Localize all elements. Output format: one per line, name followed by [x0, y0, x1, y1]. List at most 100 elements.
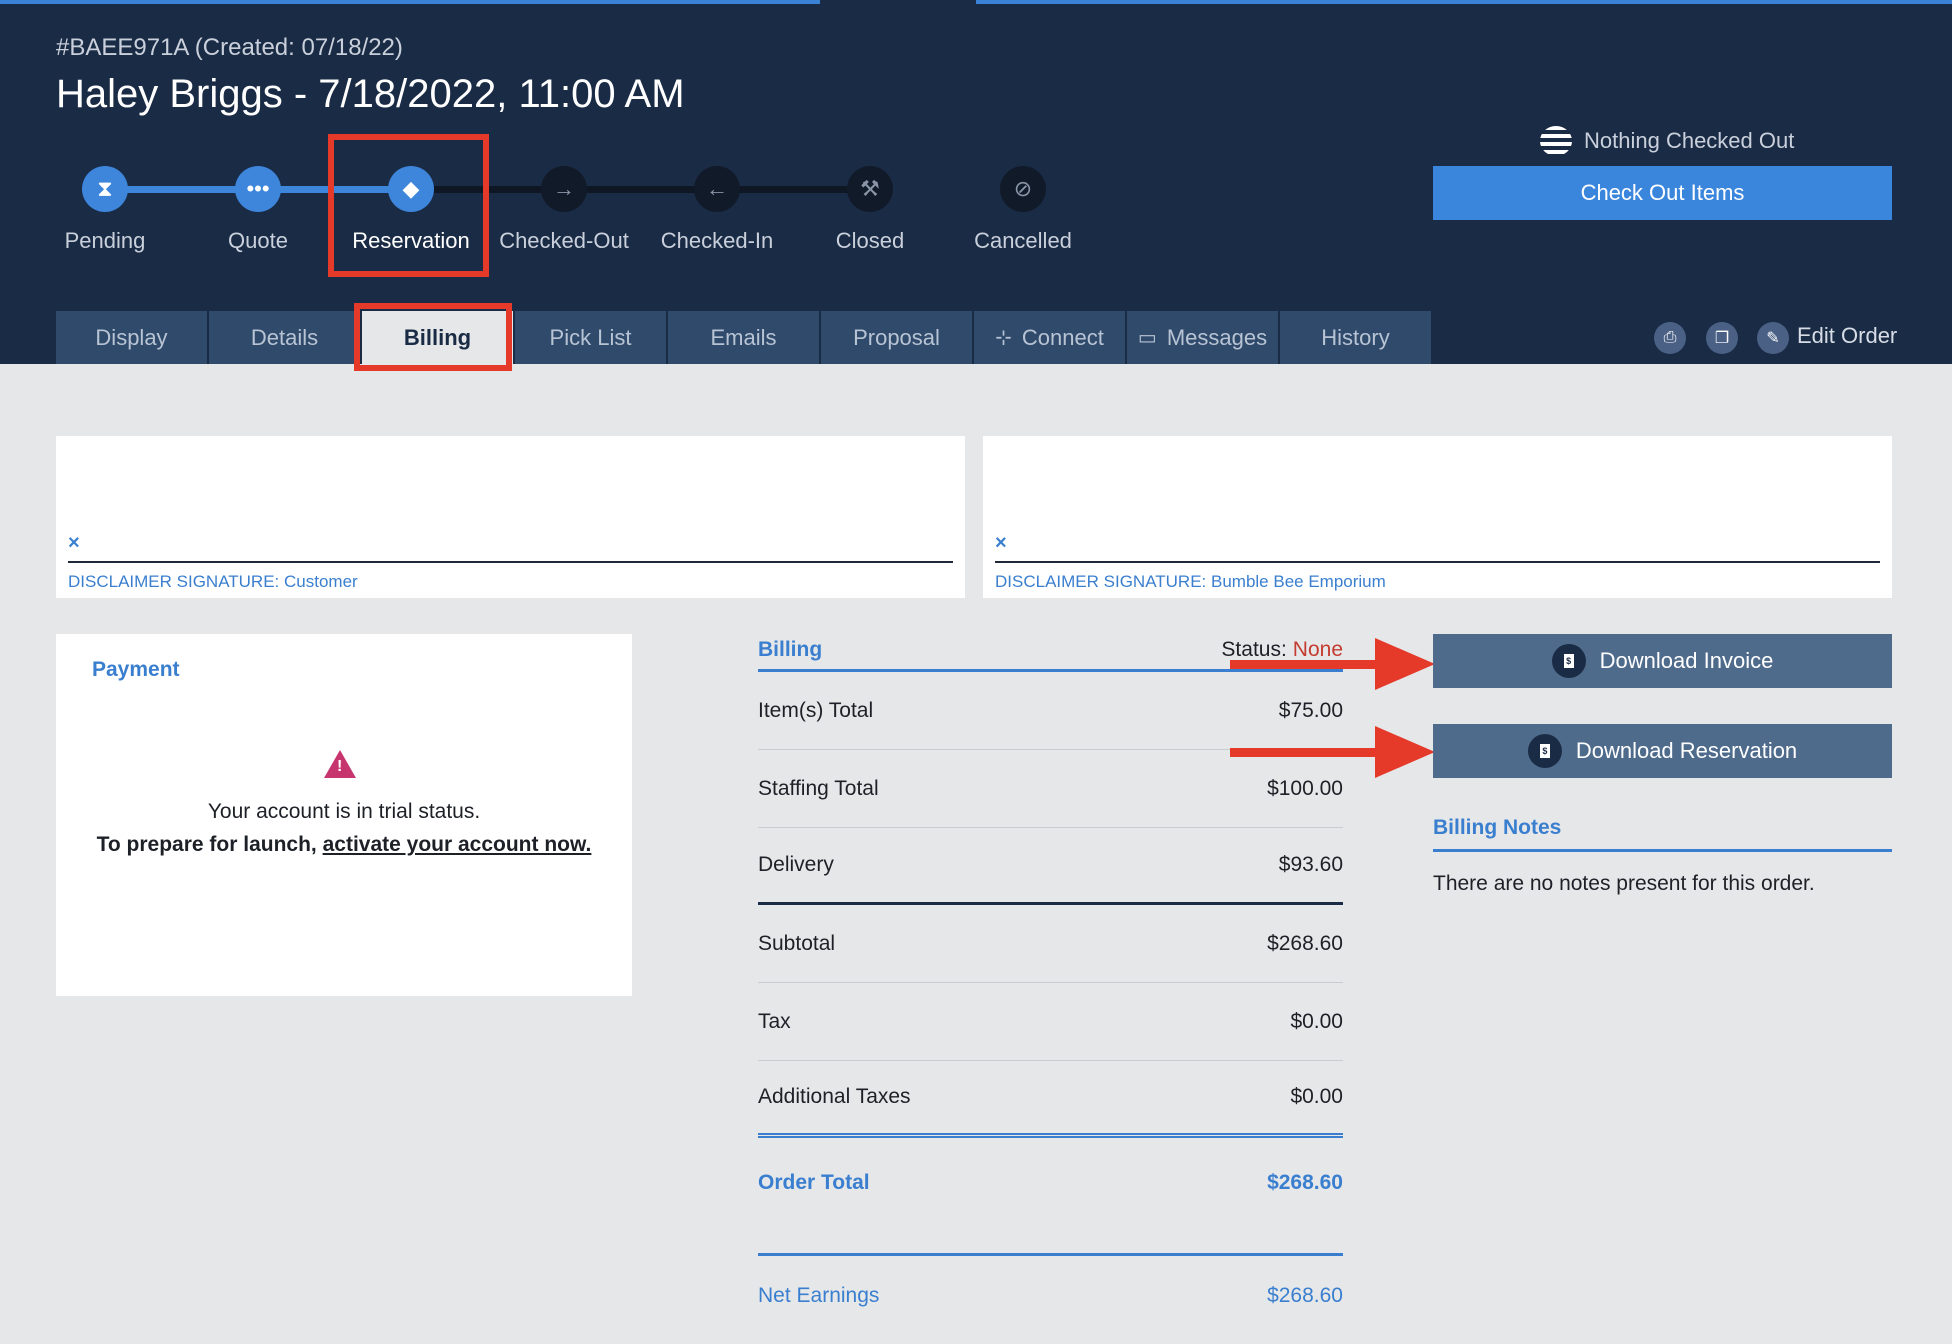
payment-panel: Payment ! Your account is in trial statu…	[56, 634, 632, 996]
gavel-icon: ⚒	[847, 166, 893, 212]
activate-account-link[interactable]: activate your account now.	[323, 833, 592, 856]
tab-history[interactable]: History	[1280, 311, 1431, 364]
billing-notes-title: Billing Notes	[1433, 816, 1892, 852]
launch-text: To prepare for launch, activate your acc…	[56, 833, 632, 857]
tab-connect[interactable]: ⊹ Connect	[974, 311, 1125, 364]
print-icon[interactable]: ⎙	[1654, 322, 1686, 354]
stack-icon	[1540, 126, 1572, 156]
trial-status-text: Your account is in trial status.	[207, 800, 481, 823]
net-value: $268.60	[1267, 1284, 1343, 1307]
signature-box-business[interactable]: × DISCLAIMER SIGNATURE: Bumble Bee Empor…	[983, 436, 1892, 598]
step-closed[interactable]: ⚒ Closed	[790, 166, 950, 254]
step-pending[interactable]: ⧗ Pending	[25, 166, 185, 254]
invoice-icon: $	[1551, 644, 1586, 678]
row-label: Subtotal	[758, 931, 836, 955]
top-accent-line	[0, 0, 820, 4]
row-value: $0.00	[1290, 1009, 1343, 1033]
row-label: Tax	[758, 1009, 791, 1033]
tab-emails[interactable]: Emails	[668, 311, 819, 364]
step-cancelled[interactable]: ⊘ Cancelled	[943, 166, 1103, 254]
checked-status-text: Nothing Checked Out	[1584, 128, 1795, 153]
step-checked-out[interactable]: → Checked-Out	[484, 166, 644, 254]
tab-label: Emails	[710, 324, 777, 350]
tab-details[interactable]: Details	[209, 311, 360, 364]
red-arrow-reservation	[1230, 726, 1435, 778]
step-label: Quote	[228, 228, 288, 253]
signature-label: DISCLAIMER SIGNATURE: Customer	[68, 572, 358, 591]
billing-title: Billing	[758, 638, 823, 661]
row-value: $0.00	[1290, 1084, 1343, 1108]
warning-mark: !	[337, 758, 343, 775]
tab-display[interactable]: Display	[56, 311, 207, 364]
net-divider	[758, 1253, 1343, 1256]
highlight-box-billing	[354, 303, 512, 371]
top-accent-line	[976, 0, 1952, 4]
billing-row-net-earnings: Net Earnings $268.60	[758, 1257, 1343, 1335]
row-label: Delivery	[758, 852, 834, 876]
download-invoice-label: Download Invoice	[1599, 648, 1774, 673]
signature-box-customer[interactable]: × DISCLAIMER SIGNATURE: Customer	[56, 436, 965, 598]
tab-messages[interactable]: ▭ Messages	[1127, 311, 1278, 364]
row-value: $268.60	[1267, 931, 1343, 955]
row-label: Additional Taxes	[758, 1084, 911, 1108]
net-label: Net Earnings	[758, 1284, 880, 1307]
tab-label: History	[1321, 324, 1390, 350]
order-total-value: $268.60	[1267, 1171, 1343, 1194]
tab-label: Proposal	[853, 324, 940, 350]
launch-prefix: To prepare for launch,	[96, 833, 323, 856]
row-value: $93.60	[1278, 852, 1343, 876]
red-arrow-invoice	[1230, 638, 1435, 690]
hourglass-icon: ⧗	[82, 166, 128, 212]
step-label: Checked-Out	[499, 228, 629, 253]
tab-label: Details	[250, 324, 319, 350]
download-reservation-label: Download Reservation	[1575, 738, 1798, 763]
order-total-label: Order Total	[758, 1171, 870, 1194]
signature-x: ×	[68, 532, 80, 554]
billing-row-subtotal: Subtotal $268.60	[758, 905, 1343, 983]
step-label: Pending	[64, 228, 146, 253]
payment-title: Payment	[92, 658, 180, 681]
order-header: #BAEE971A (Created: 07/18/22) Haley Brig…	[0, 0, 1952, 371]
pencil-icon[interactable]: ✎	[1757, 322, 1789, 354]
edit-order-link[interactable]: Edit Order	[1797, 323, 1897, 349]
step-checked-in[interactable]: ← Checked-In	[637, 166, 797, 254]
tab-pick-list[interactable]: Pick List	[515, 311, 666, 364]
highlight-box-reservation	[328, 134, 489, 277]
ban-icon: ⊘	[1000, 166, 1046, 212]
tab-label: Display	[95, 324, 168, 350]
row-value: $100.00	[1267, 776, 1343, 800]
signature-label: DISCLAIMER SIGNATURE: Bumble Bee Emporiu…	[995, 572, 1386, 591]
row-label: Item(s) Total	[758, 698, 874, 722]
billing-row-tax: Tax $0.00	[758, 983, 1343, 1061]
page-title: Haley Briggs - 7/18/2022, 11:00 AM	[56, 72, 685, 116]
row-value: $75.00	[1278, 698, 1343, 722]
billing-row-order-total: Order Total $268.60	[758, 1144, 1343, 1222]
tab-proposal[interactable]: Proposal	[821, 311, 972, 364]
signature-line	[995, 561, 1880, 563]
checked-out-status: Nothing Checked Out	[1540, 126, 1794, 156]
billing-row-additional-taxes: Additional Taxes $0.00	[758, 1060, 1343, 1138]
step-label: Checked-In	[660, 228, 774, 253]
download-reservation-button[interactable]: $ Download Reservation	[1433, 724, 1892, 778]
tab-label: Connect	[1021, 324, 1104, 350]
check-out-items-button[interactable]: Check Out Items	[1433, 166, 1892, 220]
inbox-icon: ▭	[1137, 327, 1157, 349]
reservation-icon: $	[1527, 734, 1562, 768]
arrow-left-icon: ←	[694, 166, 740, 212]
step-label: Closed	[835, 228, 905, 253]
download-invoice-button[interactable]: $ Download Invoice	[1433, 634, 1892, 688]
signature-x: ×	[995, 532, 1007, 554]
tab-label: Pick List	[549, 324, 632, 350]
network-icon: ⊹	[995, 327, 1012, 349]
row-label: Staffing Total	[758, 776, 879, 800]
ellipsis-icon: •••	[235, 166, 281, 212]
tab-label: Messages	[1166, 324, 1268, 350]
signature-line	[68, 561, 953, 563]
billing-row-delivery: Delivery $93.60	[758, 827, 1343, 905]
arrow-right-icon: →	[541, 166, 587, 212]
step-label: Cancelled	[974, 228, 1072, 253]
copy-icon[interactable]: ❐	[1706, 322, 1738, 354]
order-id: #BAEE971A (Created: 07/18/22)	[56, 34, 403, 61]
step-quote[interactable]: ••• Quote	[178, 166, 338, 254]
billing-notes-text: There are no notes present for this orde…	[1433, 872, 1815, 895]
